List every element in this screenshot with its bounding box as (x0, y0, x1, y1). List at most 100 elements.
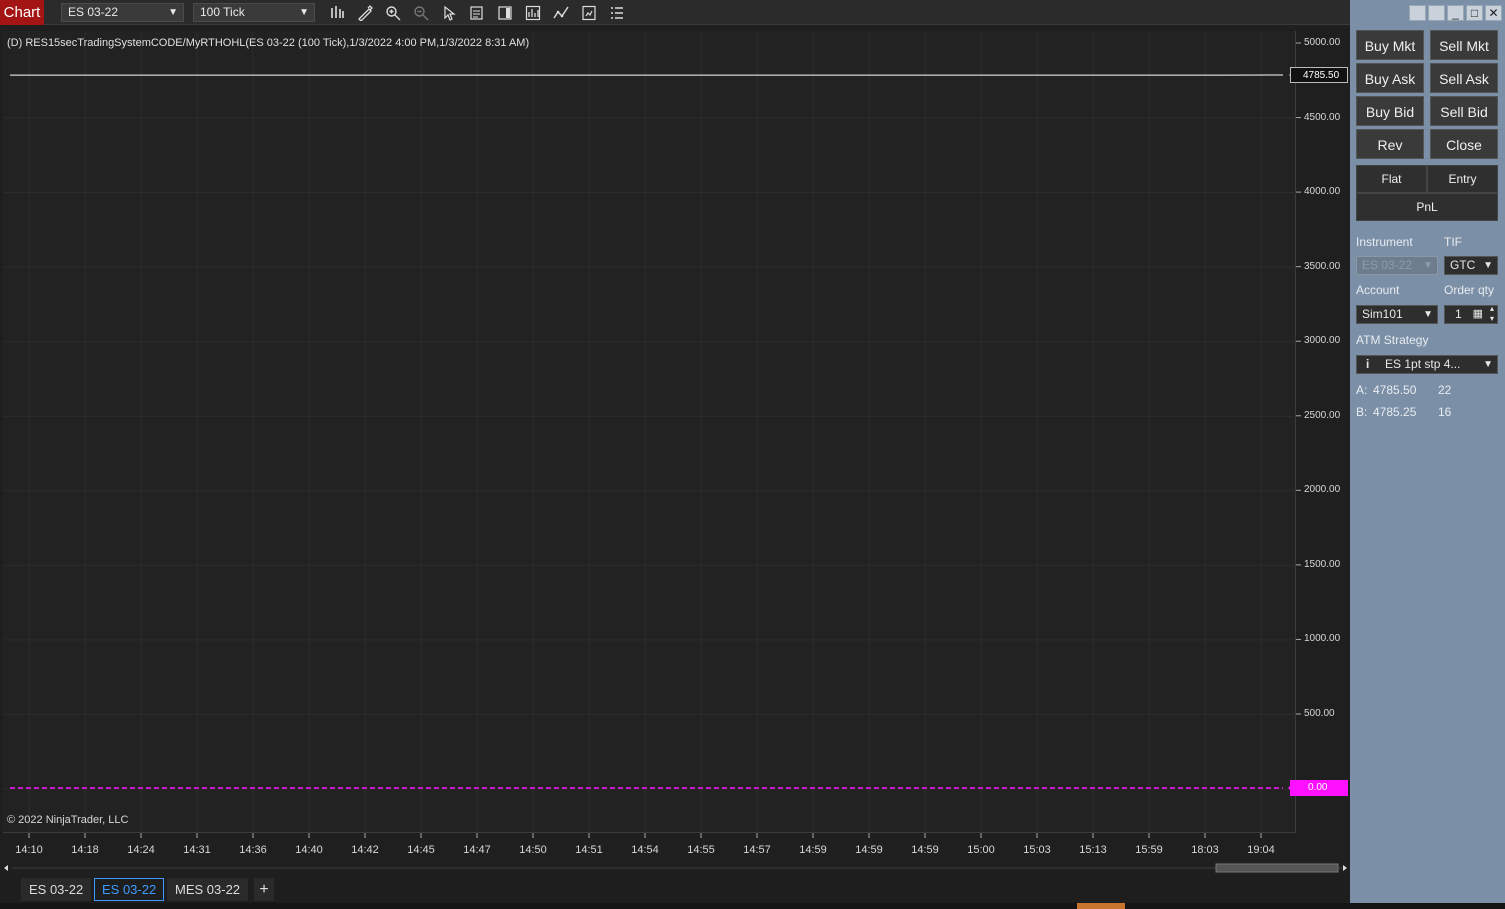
pointer-icon[interactable] (438, 3, 460, 22)
strategies-icon[interactable] (522, 3, 544, 22)
x-tick-label: 14:59 (799, 844, 827, 856)
close-icon[interactable]: ✕ (1485, 5, 1502, 21)
info-icon[interactable]: i (1366, 356, 1369, 373)
tab-es-03-22-active[interactable]: ES 03-22 (94, 878, 165, 901)
y-tick-label: 3500.00 (1304, 260, 1341, 272)
x-tick-label: 15:59 (1135, 844, 1163, 856)
y-tick-label: 1500.00 (1304, 558, 1341, 570)
sell-ask-button[interactable]: Sell Ask (1430, 63, 1498, 93)
data-box-icon[interactable] (466, 3, 488, 22)
instrument-select-value: ES 03-22 (1362, 258, 1413, 272)
sell-market-button[interactable]: Sell Mkt (1430, 30, 1498, 60)
x-tick-label: 14:24 (127, 844, 155, 856)
minimize-icon[interactable]: _ (1447, 5, 1464, 21)
maximize-icon[interactable]: □ (1466, 5, 1483, 21)
zoom-in-icon[interactable] (382, 3, 404, 22)
x-tick-label: 14:55 (687, 844, 715, 856)
chart-panel: (D) RES15secTradingSystemCODE/MyRTHOHL(E… (0, 26, 1350, 873)
templates-icon[interactable] (578, 3, 600, 22)
order-qty-value: 1 (1455, 307, 1462, 321)
account-select[interactable]: Sim101 ▼ (1356, 305, 1438, 324)
buy-bid-button[interactable]: Buy Bid (1356, 96, 1424, 126)
x-tick-label: 14:31 (183, 844, 211, 856)
properties-icon[interactable] (606, 3, 628, 22)
zoom-out-icon[interactable] (410, 3, 432, 22)
x-tick-label: 14:59 (911, 844, 939, 856)
chevron-down-icon: ▼ (1483, 359, 1493, 370)
account-label: Account (1356, 283, 1400, 297)
y-tick-label: 2500.00 (1304, 409, 1341, 421)
x-tick-label: 15:00 (967, 844, 995, 856)
ask-price: 4785.50 (1373, 383, 1417, 397)
x-tick-label: 14:42 (351, 844, 379, 856)
tif-label: TIF (1444, 235, 1462, 249)
x-tick-label: 14:54 (631, 844, 659, 856)
x-tick-label: 14:59 (855, 844, 883, 856)
tab-mes-03-22[interactable]: MES 03-22 (167, 878, 249, 901)
zero-line-marker: 0.00 (1290, 780, 1348, 796)
atm-strategy-select[interactable]: i ES 1pt stp 4... ▼ (1356, 355, 1498, 374)
x-tick-label: 14:40 (295, 844, 323, 856)
interval-selector-value: 100 Tick (200, 5, 245, 19)
tif-select[interactable]: GTC ▼ (1444, 256, 1498, 275)
order-qty-input[interactable]: 1 ▦ ▴ ▾ (1444, 304, 1498, 324)
tab-es-03-22[interactable]: ES 03-22 (21, 878, 92, 901)
interval-selector[interactable]: 100 Tick ▼ (193, 3, 315, 22)
x-tick-label: 14:36 (239, 844, 267, 856)
taskbar-accent (1077, 903, 1125, 909)
chevron-down-icon: ▼ (299, 7, 309, 18)
bottom-strip (0, 903, 1505, 909)
x-tick-label: 14:45 (407, 844, 435, 856)
x-tick-label: 14:57 (743, 844, 771, 856)
toolbar-tools (326, 3, 628, 22)
y-tick-label: 4500.00 (1304, 111, 1341, 123)
sell-bid-button[interactable]: Sell Bid (1430, 96, 1498, 126)
instrument-selector[interactable]: ES 03-22 ▼ (61, 3, 184, 22)
tile-icon[interactable] (1409, 5, 1426, 21)
x-tick-label: 19:04 (1247, 844, 1275, 856)
y-tick-label: 3000.00 (1304, 335, 1341, 347)
tif-select-value: GTC (1450, 258, 1476, 272)
account-select-value: Sim101 (1362, 307, 1403, 321)
copyright-text: © 2022 NinjaTrader, LLC (7, 814, 129, 826)
calculator-icon[interactable]: ▦ (1473, 306, 1483, 323)
qty-stepper-icon[interactable]: ▴ ▾ (1490, 304, 1494, 324)
order-qty-label: Order qty (1444, 283, 1495, 297)
entry-price: Entry (1427, 165, 1498, 193)
bid-price: 4785.25 (1373, 405, 1417, 419)
reverse-button[interactable]: Rev (1356, 129, 1424, 159)
instrument-select[interactable]: ES 03-22 ▼ (1356, 256, 1438, 275)
chevron-down-icon: ▼ (1423, 309, 1433, 320)
chart-app-tab[interactable]: Chart (0, 0, 44, 25)
x-tick-label: 18:03 (1191, 844, 1219, 856)
chart-tabs: ES 03-22 ES 03-22 MES 03-22 + (0, 875, 1350, 903)
y-tick-label: 5000.00 (1304, 37, 1341, 48)
bar-type-icon[interactable] (326, 3, 348, 22)
chart-window: Chart ES 03-22 ▼ 100 Tick ▼ (D) RES15sec… (0, 0, 1505, 909)
x-tick-label: 14:18 (71, 844, 99, 856)
bid-label: B: (1356, 405, 1368, 419)
horizontal-scrollbar[interactable] (0, 863, 1350, 873)
indicators-icon[interactable] (550, 3, 572, 22)
chevron-down-icon: ▼ (1483, 260, 1493, 271)
chart-trader-icon[interactable] (494, 3, 516, 22)
y-tick-label: 4000.00 (1304, 186, 1341, 198)
chart-toolbar: Chart ES 03-22 ▼ 100 Tick ▼ (0, 0, 1350, 25)
x-tick-label: 15:13 (1079, 844, 1107, 856)
chart-trader-panel: _ □ ✕ Buy Mkt Sell Mkt Buy Ask Sell Ask … (1350, 0, 1505, 903)
buy-ask-button[interactable]: Buy Ask (1356, 63, 1424, 93)
instrument-label: Instrument (1356, 235, 1413, 249)
float-icon[interactable] (1428, 5, 1445, 21)
buy-market-button[interactable]: Buy Mkt (1356, 30, 1424, 60)
add-tab-button[interactable]: + (254, 878, 274, 901)
position-status: Flat (1356, 165, 1427, 193)
close-position-button[interactable]: Close (1430, 129, 1498, 159)
y-tick-label: 1000.00 (1304, 633, 1341, 645)
chart-plot-area[interactable] (3, 31, 1296, 833)
x-tick-label: 14:51 (575, 844, 603, 856)
x-tick-label: 15:03 (1023, 844, 1051, 856)
chart-title: (D) RES15secTradingSystemCODE/MyRTHOHL(E… (7, 37, 530, 49)
chevron-down-icon: ▼ (1423, 260, 1433, 271)
drawing-tool-icon[interactable] (354, 3, 376, 22)
last-price-marker: 4785.50 (1290, 67, 1348, 83)
